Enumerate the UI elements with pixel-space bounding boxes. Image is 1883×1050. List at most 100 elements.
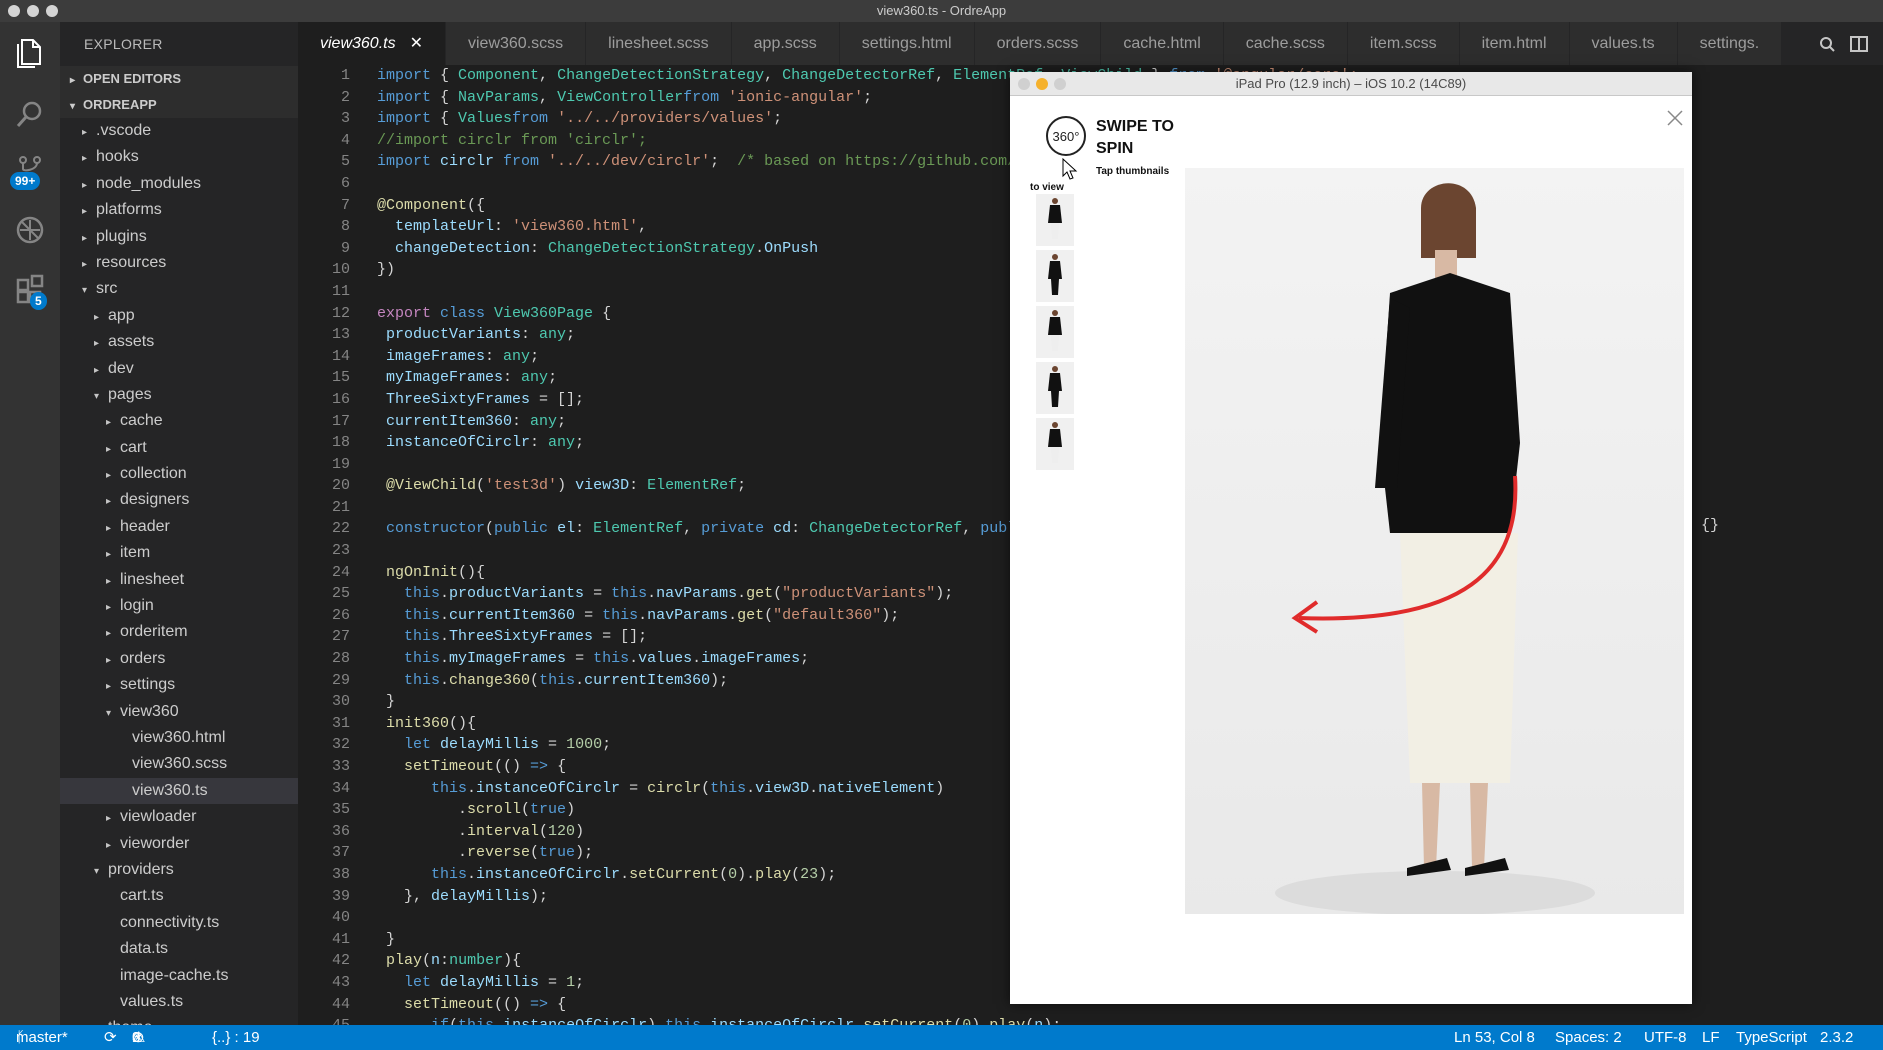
tab-close-icon[interactable]: ✕ bbox=[410, 35, 423, 52]
tree-item[interactable]: connectivity.ts bbox=[60, 910, 298, 936]
chevron-right-icon: ▸ bbox=[82, 258, 88, 270]
tree-item[interactable]: cart.ts bbox=[60, 883, 298, 909]
thumbnail[interactable] bbox=[1036, 418, 1074, 470]
tree-item[interactable]: ▸ item bbox=[60, 540, 298, 566]
tree-item[interactable]: view360.html bbox=[60, 725, 298, 751]
code-token: if bbox=[377, 1017, 449, 1025]
code-token: this bbox=[377, 865, 468, 883]
tree-item[interactable]: ▾ view360 bbox=[60, 699, 298, 725]
cursor-position[interactable]: Ln 53, Col 8 bbox=[1454, 1025, 1535, 1050]
close-window-button[interactable] bbox=[8, 5, 20, 17]
code-token: : bbox=[530, 434, 549, 452]
tree-item[interactable]: ▸ hooks bbox=[60, 144, 298, 170]
tree-item[interactable]: ▸ orderitem bbox=[60, 619, 298, 645]
tree-item[interactable]: values.ts bbox=[60, 989, 298, 1015]
editor-tab[interactable]: view360.ts ✕ bbox=[298, 22, 446, 65]
tree-item-label: header bbox=[120, 517, 170, 535]
simulator-zoom-button[interactable] bbox=[1054, 78, 1066, 90]
editor-tab[interactable]: item.html bbox=[1459, 22, 1570, 65]
tree-item[interactable]: ▸ platforms bbox=[60, 197, 298, 223]
tree-item[interactable]: ▸ collection bbox=[60, 461, 298, 487]
tree-item[interactable]: ▸ cache bbox=[60, 408, 298, 434]
view360-screen[interactable]: 360° SWIPE TO SPIN Tap thumbnails to vie… bbox=[1010, 96, 1692, 1004]
thumbnail[interactable] bbox=[1036, 250, 1074, 302]
code-token: => bbox=[530, 995, 549, 1013]
tree-item[interactable]: ▸ orders bbox=[60, 646, 298, 672]
tree-item[interactable]: ▾ pages bbox=[60, 382, 298, 408]
tree-item[interactable]: ▸ app bbox=[60, 303, 298, 329]
code-line[interactable]: if(this.instanceOfCirclr) this.instanceO… bbox=[377, 1015, 1358, 1025]
line-number: 44 bbox=[331, 995, 350, 1013]
ios-simulator-window[interactable]: iPad Pro (12.9 inch) – iOS 10.2 (14C89) … bbox=[1010, 72, 1692, 1004]
editor-tab[interactable]: app.scss bbox=[731, 22, 840, 65]
code-token: '../../dev/circlr' bbox=[539, 153, 711, 171]
close-icon[interactable] bbox=[1667, 110, 1683, 126]
indentation[interactable]: Spaces: 2 bbox=[1555, 1025, 1622, 1050]
editor-tab[interactable]: settings.html bbox=[839, 22, 975, 65]
editor-tab[interactable]: item.scss bbox=[1347, 22, 1460, 65]
line-number: 33 bbox=[331, 758, 350, 775]
tree-item[interactable]: ▸ designers bbox=[60, 487, 298, 513]
explorer-icon[interactable] bbox=[12, 34, 48, 70]
code-token: any bbox=[503, 347, 531, 365]
source-control-icon[interactable]: 99+ bbox=[10, 152, 48, 190]
tree-item[interactable]: ▸ .vscode bbox=[60, 118, 298, 144]
encoding[interactable]: UTF-8 bbox=[1644, 1025, 1687, 1050]
tree-item[interactable]: view360.ts bbox=[60, 777, 298, 805]
tree-item[interactable]: ▸ plugins bbox=[60, 224, 298, 250]
explorer-sidebar: EXPLORER ▸ OPEN EDITORS ▾ ORDREAPP ▸ .vscod… bbox=[60, 22, 298, 1036]
search-icon[interactable] bbox=[12, 96, 48, 132]
simulator-close-button[interactable] bbox=[1018, 78, 1030, 90]
sync-icon[interactable]: ⟳ bbox=[104, 1025, 117, 1050]
code-token: View360Page bbox=[485, 304, 594, 322]
tree-item[interactable]: ▸ login bbox=[60, 593, 298, 619]
tree-item[interactable]: data.ts bbox=[60, 936, 298, 962]
code-token: : bbox=[629, 477, 648, 495]
split-editor-icon[interactable] bbox=[1849, 34, 1869, 54]
line-number: 1 bbox=[340, 67, 350, 84]
minimize-window-button[interactable] bbox=[27, 5, 39, 17]
maximize-window-button[interactable] bbox=[46, 5, 58, 17]
split-search-icon[interactable] bbox=[1817, 34, 1837, 54]
editor-tab[interactable]: orders.scss bbox=[974, 22, 1102, 65]
language-mode[interactable]: TypeScript bbox=[1736, 1025, 1807, 1050]
tree-item[interactable]: ▾ providers bbox=[60, 857, 298, 883]
editor-tab[interactable]: values.ts bbox=[1569, 22, 1678, 65]
tree-item[interactable]: ▸ header bbox=[60, 514, 298, 540]
code-token: = []; bbox=[593, 628, 648, 646]
tree-item[interactable]: image-cache.ts bbox=[60, 963, 298, 989]
code-token: 'test3d' bbox=[485, 477, 558, 495]
debug-icon[interactable] bbox=[12, 212, 48, 248]
editor-tab[interactable]: linesheet.scss bbox=[586, 22, 732, 65]
tree-item[interactable]: ▸ vieworder bbox=[60, 831, 298, 857]
editor-tab[interactable]: cache.scss bbox=[1223, 22, 1348, 65]
tree-item-label: collection bbox=[120, 465, 187, 483]
code-token: ngOnInit bbox=[377, 563, 459, 581]
line-ending[interactable]: LF bbox=[1702, 1025, 1720, 1050]
project-section[interactable]: ▾ ORDREAPP bbox=[60, 92, 298, 118]
code-token: : bbox=[512, 412, 531, 430]
symbols-indicator[interactable]: {..} : 19 bbox=[212, 1025, 260, 1050]
editor-tab[interactable]: cache.html bbox=[1101, 22, 1224, 65]
tree-item[interactable]: ▸ resources bbox=[60, 250, 298, 276]
thumbnail[interactable] bbox=[1036, 306, 1074, 358]
tree-item[interactable]: ▸ linesheet bbox=[60, 567, 298, 593]
typescript-version[interactable]: 2.3.2 bbox=[1820, 1025, 1853, 1050]
code-token: ChangeDetectorRef bbox=[809, 520, 963, 538]
tree-item[interactable]: view360.scss bbox=[60, 751, 298, 777]
tree-item[interactable]: ▸ settings bbox=[60, 672, 298, 698]
tree-item[interactable]: ▸ dev bbox=[60, 356, 298, 382]
extensions-icon[interactable]: 5 bbox=[12, 272, 48, 310]
tree-item[interactable]: ▸ cart bbox=[60, 435, 298, 461]
editor-tab[interactable]: settings. bbox=[1677, 22, 1783, 65]
thumbnail[interactable] bbox=[1036, 362, 1074, 414]
code-token: play bbox=[989, 1017, 1025, 1025]
simulator-minimize-button[interactable] bbox=[1036, 78, 1048, 90]
open-editors-section[interactable]: ▸ OPEN EDITORS bbox=[60, 66, 298, 92]
tree-item[interactable]: ▸ viewloader bbox=[60, 804, 298, 830]
thumbnail[interactable] bbox=[1036, 194, 1074, 246]
editor-tab[interactable]: view360.scss bbox=[446, 22, 587, 65]
tree-item[interactable]: ▸ node_modules bbox=[60, 171, 298, 197]
tree-item[interactable]: ▸ assets bbox=[60, 329, 298, 355]
tree-item[interactable]: ▾ src bbox=[60, 276, 298, 302]
